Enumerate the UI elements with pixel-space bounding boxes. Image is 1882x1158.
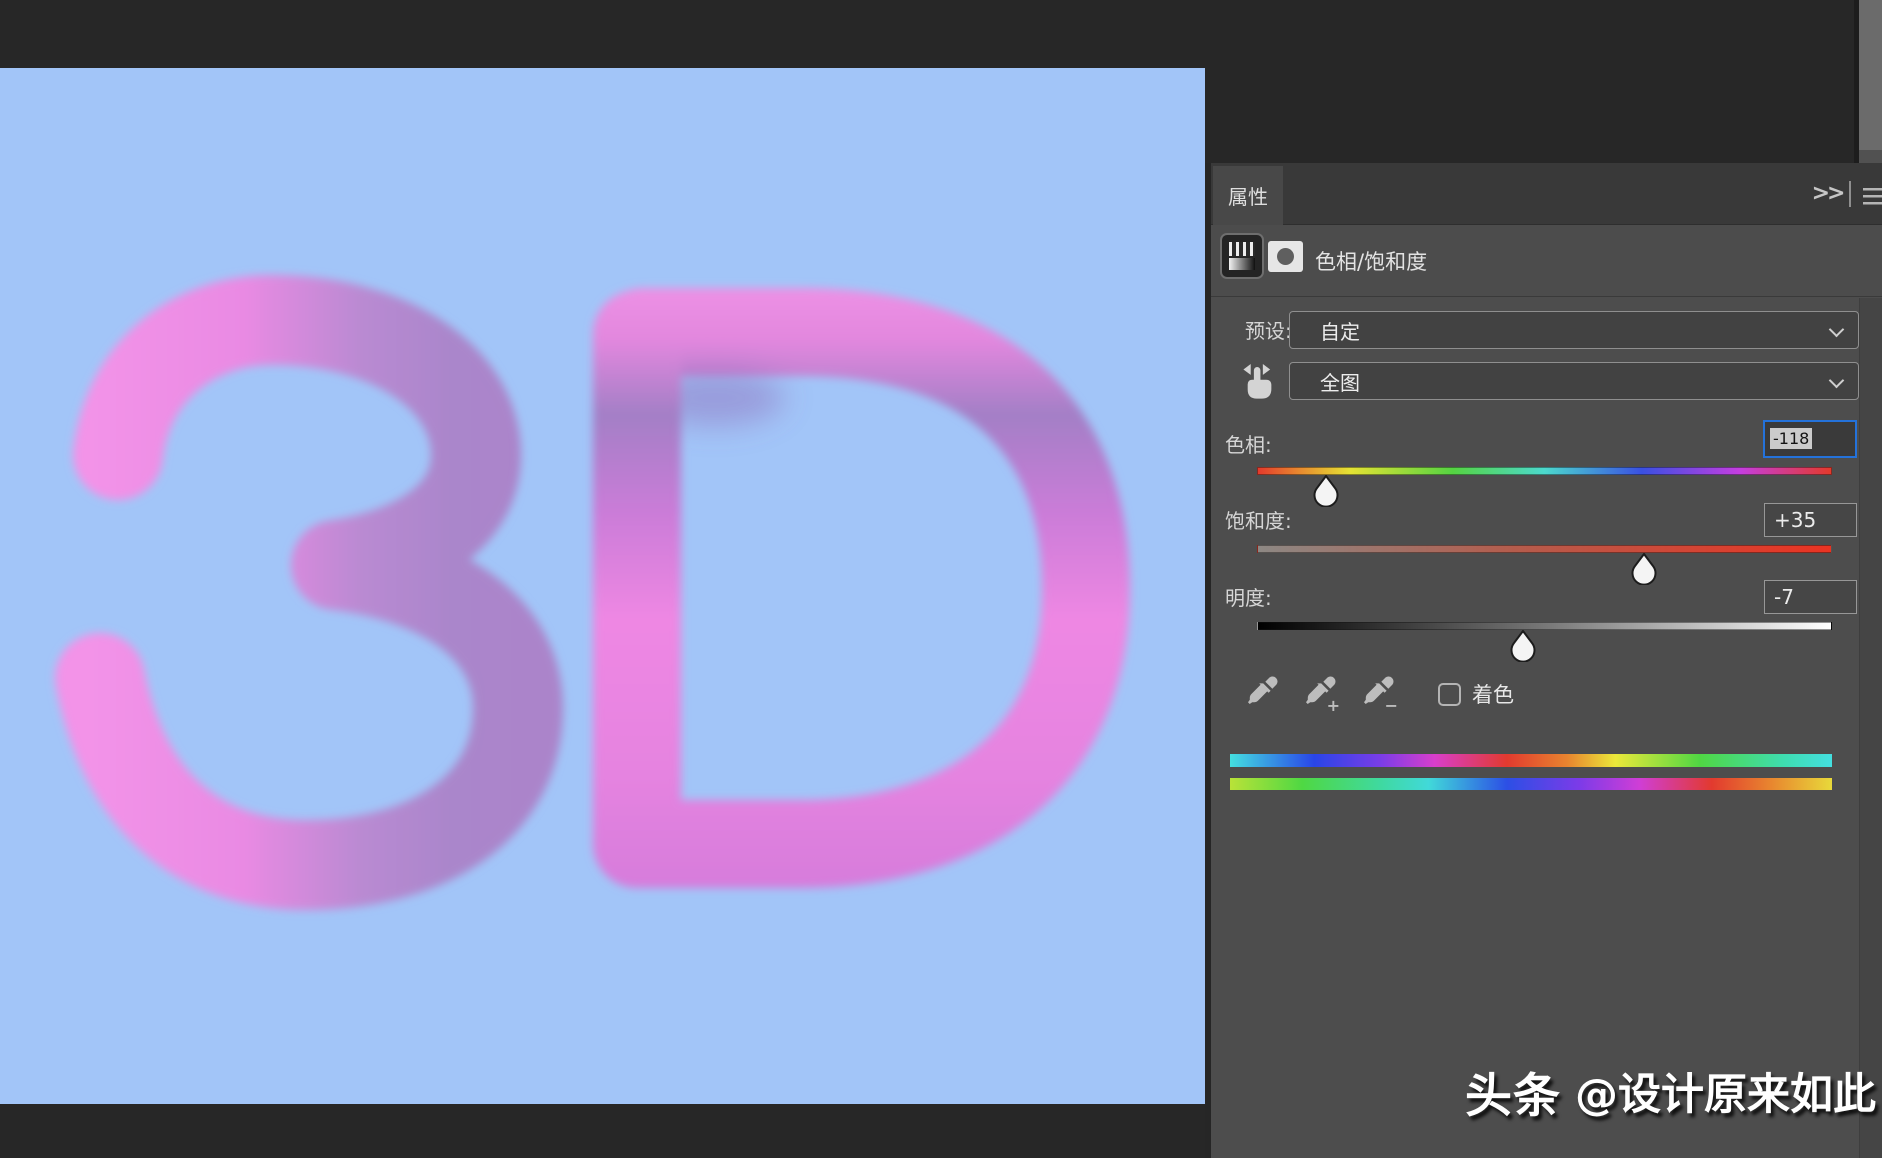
scrubby-hand-icon — [1241, 360, 1275, 402]
preset-select[interactable]: 自定 — [1289, 311, 1859, 349]
minus-glyph: − — [1385, 696, 1398, 715]
watermark-handle: @设计原来如此 — [1575, 1060, 1876, 1122]
layer-mask-thumbnail[interactable] — [1268, 241, 1303, 272]
artwork-3d-text — [0, 68, 1205, 1104]
spectrum-bar-adjusted — [1230, 778, 1832, 790]
eyedropper-add-button[interactable]: + — [1305, 673, 1339, 713]
saturation-input[interactable]: +35 — [1764, 503, 1857, 537]
saturation-slider-track[interactable] — [1257, 545, 1832, 553]
mask-circle-glyph — [1277, 248, 1294, 265]
eyedropper-button[interactable] — [1247, 673, 1281, 713]
lightness-label: 明度: — [1225, 586, 1272, 610]
letter-3 — [100, 320, 518, 865]
lightness-slider-thumb[interactable] — [1510, 630, 1536, 662]
targeted-adjustment-tool[interactable] — [1241, 360, 1277, 402]
colorize-checkbox[interactable] — [1438, 683, 1461, 706]
chevron-down-icon — [1829, 322, 1845, 338]
header-divider — [1849, 181, 1851, 207]
properties-panel: 属性 >> 色相/饱和度 预设: 自定 全图 色相: -118 — [1205, 163, 1882, 1158]
document-canvas[interactable] — [0, 68, 1205, 1104]
dock-strip-lower — [1859, 150, 1882, 163]
adjustment-title-row — [1211, 225, 1882, 297]
hue-slider-track[interactable] — [1257, 467, 1832, 475]
panel-header — [1211, 163, 1882, 225]
collapse-panel-button[interactable]: >> — [1807, 179, 1847, 209]
tab-properties[interactable]: 属性 — [1213, 166, 1283, 225]
colorize-label: 着色 — [1472, 671, 1514, 717]
panel-menu-icon[interactable] — [1863, 188, 1882, 205]
saturation-label: 饱和度: — [1225, 509, 1292, 533]
eyedropper-group: + − — [1247, 673, 1437, 715]
channel-value: 全图 — [1320, 367, 1360, 396]
hue-stripes-glyph — [1229, 242, 1255, 256]
panel-title: 色相/饱和度 — [1315, 225, 1427, 297]
lightness-slider[interactable] — [1257, 622, 1832, 664]
dock-strip — [1859, 0, 1882, 150]
watermark-brand: 头条 — [1465, 1057, 1561, 1126]
panel-scrollbar-track[interactable] — [1859, 298, 1882, 1158]
hue-slider[interactable] — [1257, 467, 1832, 509]
plus-glyph: + — [1327, 696, 1340, 715]
preset-value: 自定 — [1320, 316, 1360, 345]
saturation-slider-thumb[interactable] — [1631, 553, 1657, 585]
hue-label: 色相: — [1225, 433, 1272, 457]
watermark: 头条 @设计原来如此 — [1465, 1060, 1876, 1122]
hue-input[interactable]: -118 — [1763, 420, 1857, 458]
saturation-slider[interactable] — [1257, 545, 1832, 587]
eyedropper-subtract-button[interactable]: − — [1363, 673, 1397, 713]
preset-label: 预设: — [1245, 317, 1292, 345]
chevron-down-icon — [1829, 373, 1845, 389]
channel-select[interactable]: 全图 — [1289, 362, 1859, 400]
hue-slider-thumb[interactable] — [1313, 475, 1339, 507]
lightness-slider-track[interactable] — [1257, 622, 1832, 630]
gradient-glyph — [1229, 258, 1255, 270]
spectrum-bar-original — [1230, 754, 1832, 767]
lightness-input[interactable]: -7 — [1764, 580, 1857, 614]
hue-saturation-adjustment-icon[interactable] — [1220, 233, 1264, 279]
hue-value-selected: -118 — [1770, 428, 1812, 449]
